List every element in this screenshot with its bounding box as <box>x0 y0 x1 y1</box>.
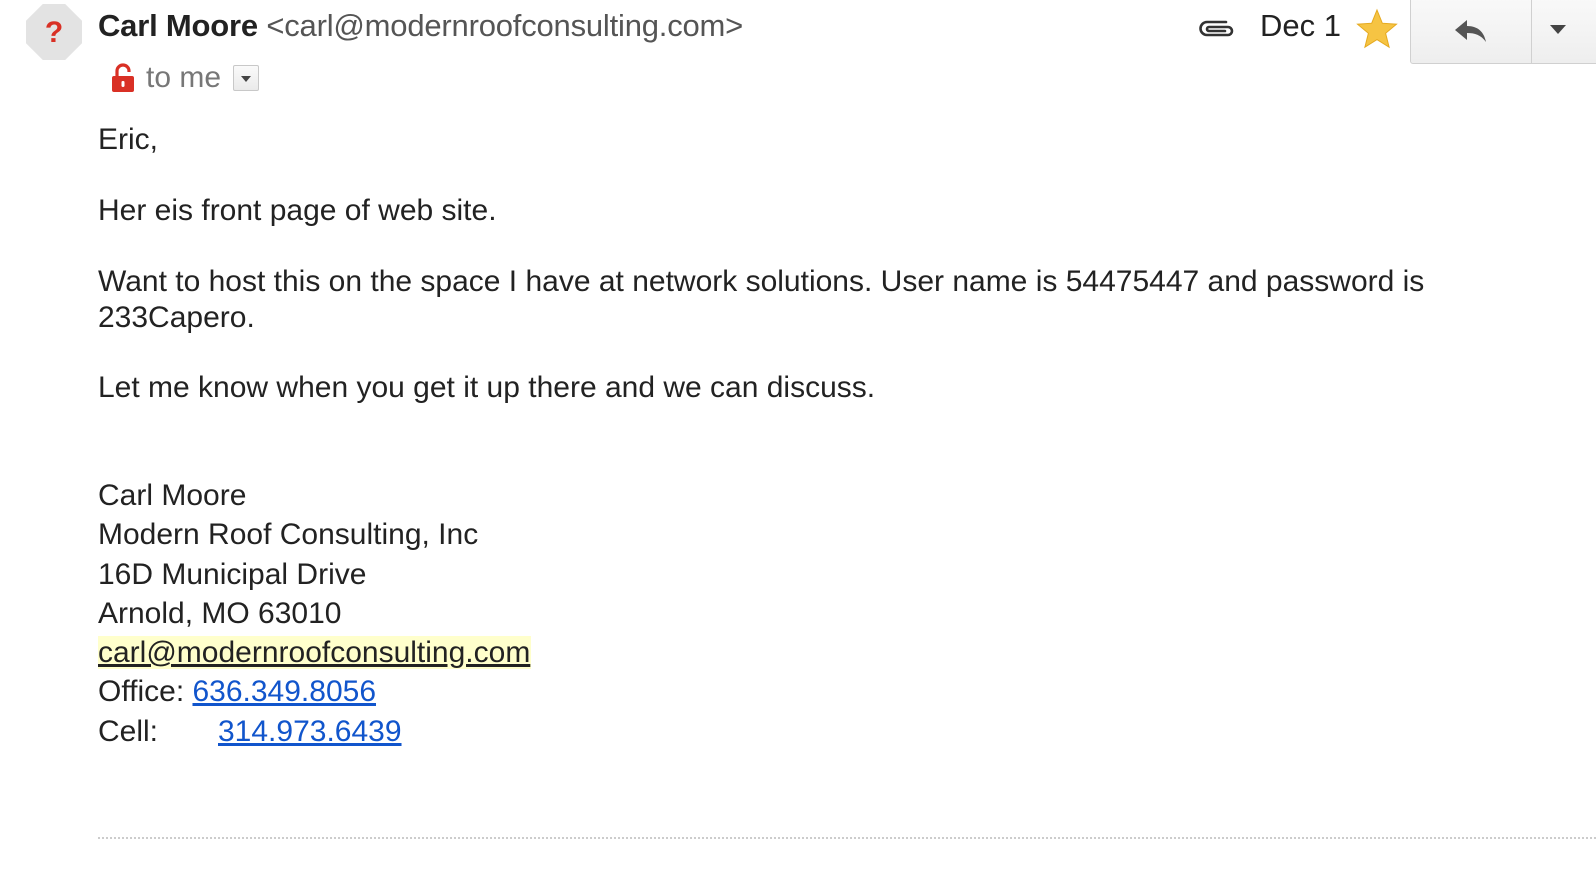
recipient-label: to me <box>146 61 222 94</box>
signature-name: Carl Moore <box>98 479 247 512</box>
unlocked-padlock-icon <box>112 63 134 92</box>
message-divider <box>98 837 1596 839</box>
cell-phone-link[interactable]: 314.973.6439 <box>218 715 402 748</box>
signature-city: Arnold, MO 63010 <box>98 596 342 630</box>
reply-button[interactable] <box>1410 0 1532 64</box>
show-details-button[interactable] <box>233 65 260 91</box>
message-paragraph: Let me know when you get it up there and… <box>98 371 876 404</box>
email-signature: Carl Moore Modern Roof Consulting, Inc 1… <box>98 476 532 751</box>
message-date: Dec 1 <box>1260 8 1341 43</box>
message-paragraph: Want to host this on the space I have at… <box>98 265 1425 334</box>
signature-office-row: Office: 636.349.8056 <box>98 672 531 711</box>
message-paragraph: Her eis front page of web site. <box>98 194 497 227</box>
recipient-line: to me <box>110 60 260 96</box>
reply-arrow-icon <box>1455 20 1486 42</box>
more-actions-button[interactable] <box>1531 0 1596 64</box>
paperclip-icon <box>1199 20 1234 37</box>
signature-company: Modern Roof Consulting, Inc <box>98 518 479 552</box>
signature-street: 16D Municipal Drive <box>98 557 367 591</box>
office-label: Office: <box>98 675 193 709</box>
sender-line: Carl Moore <carl@modernroofconsulting.co… <box>98 8 743 44</box>
signature-email-link[interactable]: carl@modernroofconsulting.com <box>98 636 532 670</box>
cell-label: Cell: <box>98 714 159 748</box>
sender-name[interactable]: Carl Moore <box>98 8 258 43</box>
unknown-sender-icon: ? <box>44 16 64 49</box>
sender-email: <carl@modernroofconsulting.com> <box>266 8 744 43</box>
office-phone-link[interactable]: 636.349.8056 <box>192 675 376 708</box>
message-greeting: Eric, <box>98 123 158 156</box>
signature-cell-row: Cell: 314.973.6439 <box>98 712 531 751</box>
star-icon[interactable] <box>1356 8 1398 50</box>
sender-avatar: ? <box>26 4 82 60</box>
